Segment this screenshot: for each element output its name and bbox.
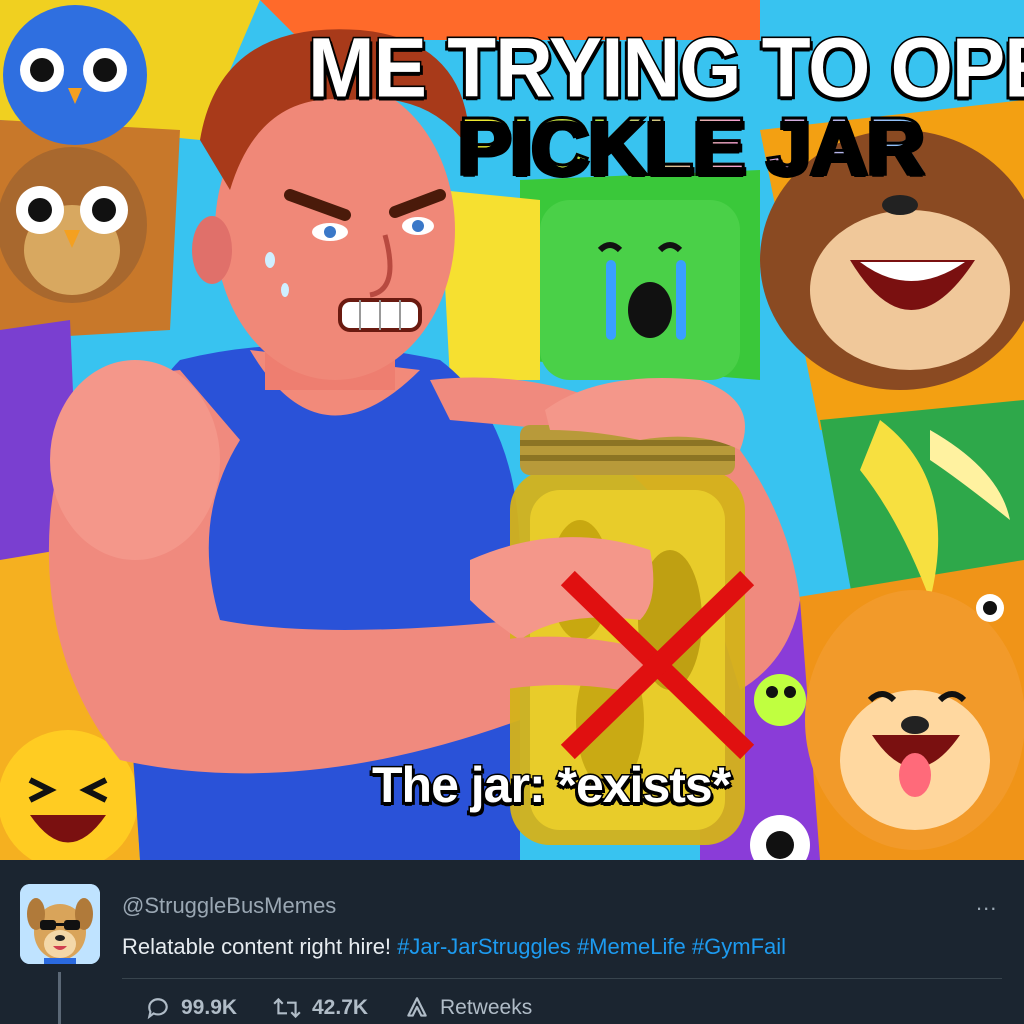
- share-icon: [407, 997, 427, 1017]
- brown-owl: [0, 147, 147, 303]
- reply-count: 99.9K: [181, 996, 238, 1019]
- thread-line: [58, 972, 61, 1024]
- crying-green-face: [540, 200, 740, 380]
- divider: [122, 978, 1002, 979]
- dog-with-sunglasses-icon: [20, 884, 100, 964]
- meme-image[interactable]: ME TRYING TO OPEN THE PICKLE JAR The jar…: [0, 0, 1024, 860]
- happy-orange-dog: [805, 590, 1024, 850]
- retweet-count: 42.7K: [312, 996, 369, 1019]
- retweeks-label: Retweeks: [440, 996, 533, 1019]
- avatar[interactable]: [20, 884, 100, 964]
- retweeks-button[interactable]: Retweeks: [404, 995, 532, 1021]
- hashtag-meme-life[interactable]: #MemeLife: [577, 934, 686, 959]
- more-options-icon[interactable]: ...: [976, 890, 997, 916]
- blue-owl: [3, 5, 147, 145]
- hashtag-gym-fail[interactable]: #GymFail: [692, 934, 786, 959]
- tweet-text: Relatable content right hire! #Jar-JarSt…: [122, 934, 786, 960]
- retweet-button[interactable]: 42.7K: [272, 995, 368, 1021]
- reply-icon: [147, 998, 168, 1020]
- tweet-body-text: Relatable content right hire!: [122, 934, 398, 959]
- meme-caption-top-line2: PICKLE JAR: [457, 100, 927, 192]
- user-handle[interactable]: @StruggleBusMemes: [122, 893, 336, 919]
- hashtag-jar-jar-struggles[interactable]: #Jar-JarStruggles: [397, 934, 571, 959]
- meme-caption-jar: The jar: *exists*: [370, 756, 732, 815]
- reply-button[interactable]: 99.9K: [145, 995, 237, 1021]
- retweet-icon: [273, 997, 301, 1019]
